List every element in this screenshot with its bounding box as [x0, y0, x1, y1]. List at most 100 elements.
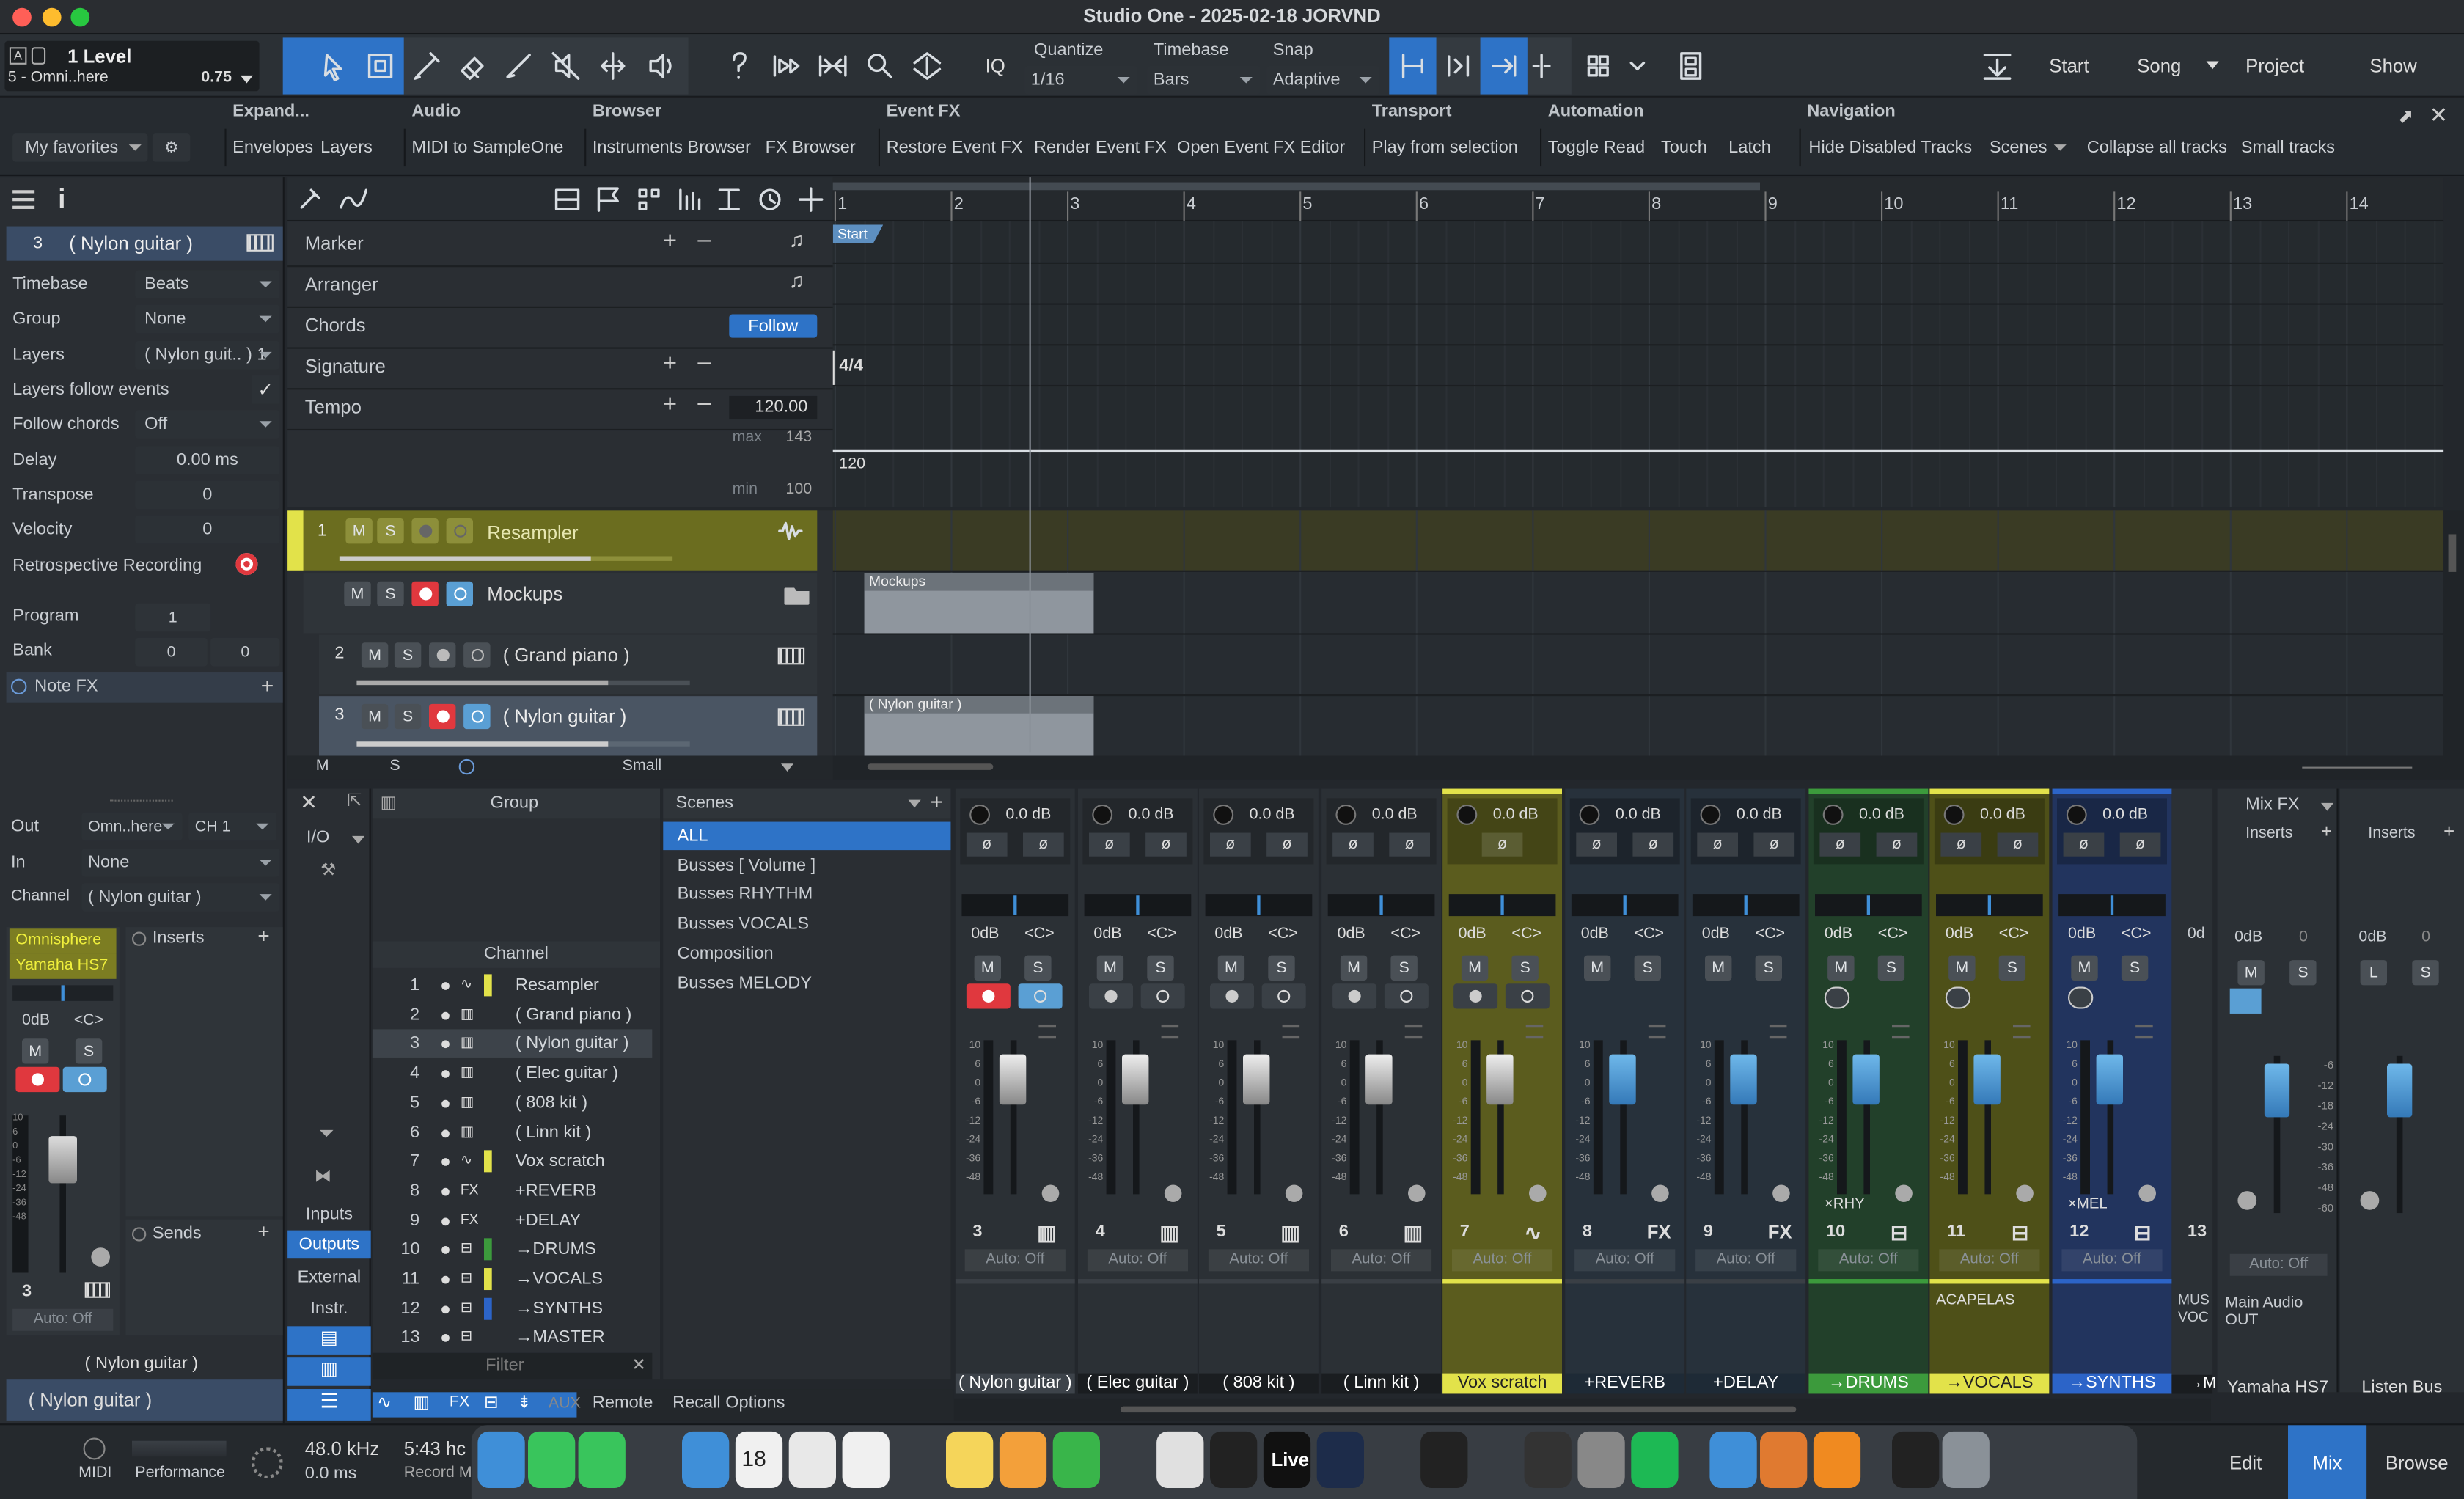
macro-button[interactable]: Latch	[1728, 133, 1771, 162]
folder-monitor-button[interactable]	[446, 581, 473, 607]
track-mute-button[interactable]: M	[345, 518, 373, 544]
calculator-icon[interactable]	[1524, 1431, 1572, 1489]
volume-readout[interactable]: 0dB	[1581, 926, 1609, 943]
volume-readout[interactable]: 0dB	[1825, 926, 1852, 943]
note-fx-row[interactable]: Note FX +	[6, 672, 283, 703]
pan-readout[interactable]: <C>	[1999, 926, 2029, 943]
settings-icon[interactable]	[1577, 1431, 1625, 1489]
volume-readout[interactable]: 0dB	[1459, 926, 1486, 943]
pan-readout[interactable]: <C>	[1878, 926, 1908, 943]
nav-song[interactable]: Song	[2137, 55, 2181, 77]
phase-invert-right-icon[interactable]: ø	[2119, 832, 2161, 857]
banks-icon[interactable]: ▤	[287, 1326, 371, 1355]
track-solo-button[interactable]: S	[394, 703, 422, 730]
fader-cap[interactable]	[1609, 1054, 1636, 1105]
channel-visible-dot[interactable]	[441, 1187, 450, 1196]
track-name[interactable]: ( Grand piano )	[503, 644, 630, 666]
view-edit[interactable]: Edit	[2204, 1425, 2286, 1499]
fader-menu-icon[interactable]	[2135, 1024, 2153, 1039]
gain-knob-icon[interactable]	[1700, 804, 1721, 825]
listen-db[interactable]: 0dB	[2358, 928, 2386, 946]
channel-visible-dot[interactable]	[441, 982, 450, 990]
in-select[interactable]: None	[81, 848, 280, 877]
fader-menu-icon[interactable]	[1892, 1024, 1910, 1039]
strip-name[interactable]: ( Nylon guitar )	[955, 1373, 1075, 1394]
macro-button[interactable]: Small tracks	[2241, 133, 2335, 162]
main-knob-icon[interactable]	[2237, 1191, 2257, 1210]
scenes-chevron-icon[interactable]	[908, 799, 921, 808]
strip-mute-button[interactable]: M	[974, 955, 1001, 981]
strip-record-button[interactable]	[966, 983, 1011, 1009]
inspector-track-header[interactable]: 3 ( Nylon guitar )	[6, 226, 283, 261]
track-monitor-button[interactable]	[463, 703, 491, 730]
pan-slider[interactable]	[2058, 894, 2166, 917]
inspector-row-value[interactable]: Off	[135, 410, 280, 439]
main-inserts-add-icon[interactable]: +	[2321, 820, 2332, 842]
favorites-select[interactable]: My favorites	[12, 133, 148, 162]
wrench-icon[interactable]: ⚒	[320, 860, 336, 880]
channel-visible-dot[interactable]	[441, 1129, 450, 1137]
scene-item[interactable]: Busses [ Volume ]	[663, 851, 950, 880]
split-icon[interactable]	[1532, 54, 1551, 78]
facetime-icon[interactable]	[528, 1431, 576, 1489]
bank-field-b[interactable]: 0	[210, 637, 280, 667]
input-gain[interactable]: 0.0 dB ø ø	[1082, 798, 1193, 865]
phase-invert-left-icon[interactable]: ø	[1576, 832, 1617, 857]
track-name[interactable]: ( Nylon guitar )	[503, 705, 627, 727]
messages-icon[interactable]	[578, 1431, 626, 1489]
channel-visible-dot[interactable]	[441, 1246, 450, 1255]
fader-cap[interactable]	[1365, 1054, 1393, 1105]
strip-monitor-button[interactable]	[1384, 983, 1429, 1009]
inspector-bottom-name[interactable]: ( Nylon guitar )	[6, 1379, 283, 1421]
notes-icon[interactable]	[946, 1431, 994, 1489]
gain-knob-icon[interactable]	[1456, 804, 1478, 825]
input-gain[interactable]: 0.0 dB ø	[1447, 798, 1558, 865]
folder-solo-button[interactable]: S	[377, 581, 404, 607]
add-icon[interactable]: +	[663, 391, 677, 417]
bank-field-a[interactable]: 0	[135, 637, 208, 667]
channel-visible-dot[interactable]	[441, 1305, 450, 1313]
strip-name[interactable]: →DRUMS	[1808, 1373, 1929, 1394]
strip-name[interactable]: ( Elec guitar )	[1078, 1373, 1198, 1394]
inspector-row-value[interactable]: None	[135, 304, 280, 334]
nav-start[interactable]: Start	[2049, 55, 2089, 77]
phase-invert-left-icon[interactable]: ø	[966, 832, 1008, 857]
track-solo-button[interactable]: S	[377, 518, 404, 544]
volume-readout[interactable]: 0dB	[1214, 926, 1242, 943]
remove-icon[interactable]: –	[697, 349, 711, 375]
ripple-icon[interactable]	[773, 55, 800, 77]
input-gain[interactable]: 0.0 dB ø ø	[960, 798, 1071, 865]
channel-list-row[interactable]: 5 ▥ ( 808 kit )	[373, 1088, 652, 1117]
automation-icon[interactable]	[340, 188, 367, 209]
fader-cap[interactable]	[1852, 1054, 1880, 1105]
main-toggle-row[interactable]	[2229, 988, 2262, 1014]
strip-record-button[interactable]	[1089, 983, 1133, 1009]
channel-list-row[interactable]: 3 ▥ ( Nylon guitar )	[372, 1030, 653, 1058]
scene-item[interactable]: Busses MELODY	[663, 969, 950, 997]
mix-fx-chevron-icon[interactable]	[2321, 802, 2334, 811]
finder-icon[interactable]	[477, 1431, 525, 1489]
listen-knob-icon[interactable]	[2360, 1191, 2380, 1210]
strip-solo-button[interactable]: S	[1024, 955, 1052, 981]
pan-slider[interactable]	[12, 985, 114, 1001]
send-knob-icon[interactable]	[1529, 1184, 1547, 1203]
strip-name[interactable]: +REVERB	[1565, 1373, 1685, 1394]
macro-button[interactable]: Collapse all tracks	[2087, 133, 2227, 162]
paint-tool-icon[interactable]	[506, 54, 531, 78]
pan-slider[interactable]	[1205, 894, 1313, 917]
recall-options-button[interactable]: Recall Options	[672, 1393, 785, 1412]
mixer-scrollbar[interactable]	[953, 1398, 2211, 1421]
gain-knob-icon[interactable]	[969, 804, 990, 825]
phase-invert-left-icon[interactable]: ø	[1210, 832, 1251, 857]
strip-solo-button[interactable]: S	[1998, 955, 2026, 981]
sample-rate[interactable]: 48.0 kHz	[305, 1437, 379, 1459]
channel-visible-dot[interactable]	[441, 1041, 450, 1049]
mute-tool-icon[interactable]	[551, 52, 580, 80]
chevron-down-icon[interactable]	[240, 75, 253, 84]
strip-solo-button[interactable]: S	[1755, 955, 1782, 981]
track-solo-button[interactable]: S	[394, 642, 422, 668]
channel-visible-dot[interactable]	[441, 1099, 450, 1108]
automation-mode[interactable]: Auto: Off	[2061, 1249, 2163, 1272]
pan-readout[interactable]: <C>	[1511, 926, 1541, 943]
input-gain[interactable]: 0.0 dB ø ø	[1813, 798, 1924, 865]
